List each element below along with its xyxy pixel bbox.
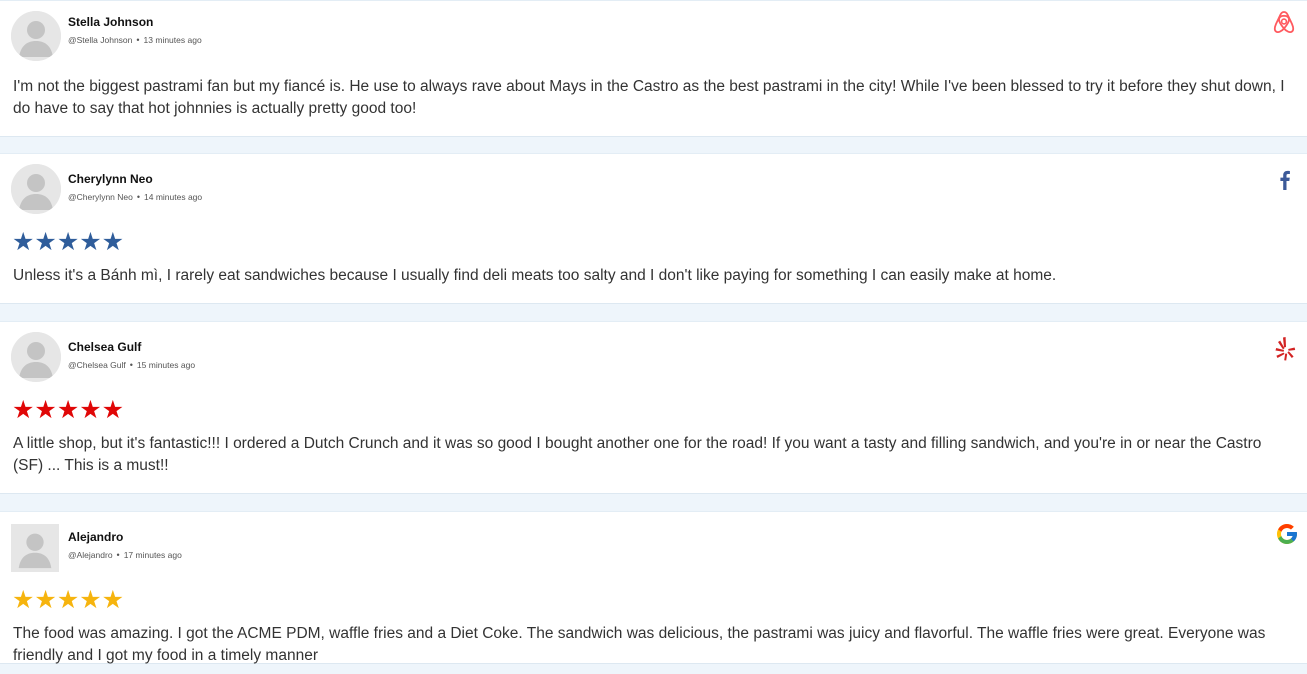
review-text: I'm not the biggest pastrami fan but my … <box>13 78 1285 117</box>
reviewer-handle: @Alejandro <box>68 550 113 560</box>
review-card: Chelsea Gulf @Chelsea Gulf • 15 minutes ag… <box>0 321 1307 494</box>
reviewer-handle: @Cherylynn Neo <box>68 192 133 202</box>
avatar <box>11 164 61 214</box>
separator-dot: • <box>136 192 141 202</box>
separator-dot: • <box>116 550 120 560</box>
reviewer-name: Chelsea Gulf <box>68 340 142 354</box>
star-rating: ★★★★★ <box>12 227 125 256</box>
review-meta: @Alejandro • 17 minutes ago <box>68 550 182 560</box>
google-icon[interactable] <box>1275 522 1299 546</box>
review-time: 15 minutes ago <box>136 360 196 370</box>
reviewer-handle: @Chelsea Gulf <box>68 360 126 370</box>
avatar <box>11 11 61 61</box>
review-text: A little shop, but it's fantastic!!! I o… <box>13 435 1262 474</box>
separator-dot: • <box>129 360 133 370</box>
review-time: 13 minutes ago <box>143 35 202 45</box>
review-card: Alejandro @Alejandro • 17 minutes ago ★★★★… <box>0 511 1307 664</box>
facebook-icon[interactable] <box>1273 168 1297 192</box>
star-rating: ★★★★★ <box>12 395 125 424</box>
review-meta: @Stella Johnson • 13 minutes ago <box>68 35 202 45</box>
review-meta: @Chelsea Gulf • 15 minutes ago <box>68 360 195 370</box>
separator-dot: • <box>136 35 140 45</box>
review-text: The food was amazing. I got the ACME PDM… <box>13 625 1266 664</box>
reviewer-handle: @Stella Johnson <box>68 35 133 45</box>
review-time: 14 minutes ago <box>144 192 203 202</box>
review-card: Cherylynn Neo @Cherylynn Neo • 14 minutes … <box>0 153 1307 304</box>
avatar <box>11 524 59 572</box>
reviewer-name: Alejandro <box>68 530 124 544</box>
review-meta: @Cherylynn Neo • 14 minutes ago <box>68 192 202 202</box>
reviewer-name: Cherylynn Neo <box>68 172 153 186</box>
airbnb-icon[interactable] <box>1273 11 1297 35</box>
review-card: Stella Johnson @Stella Johnson • 13 minute… <box>0 0 1307 137</box>
review-time: 17 minutes ago <box>123 550 182 560</box>
review-text: Unless it's a Bánh mì, I rarely eat sand… <box>13 267 1057 284</box>
star-rating: ★★★★★ <box>12 585 125 614</box>
reviewer-name: Stella Johnson <box>68 15 154 29</box>
yelp-icon[interactable] <box>1273 336 1297 361</box>
avatar <box>11 332 61 382</box>
